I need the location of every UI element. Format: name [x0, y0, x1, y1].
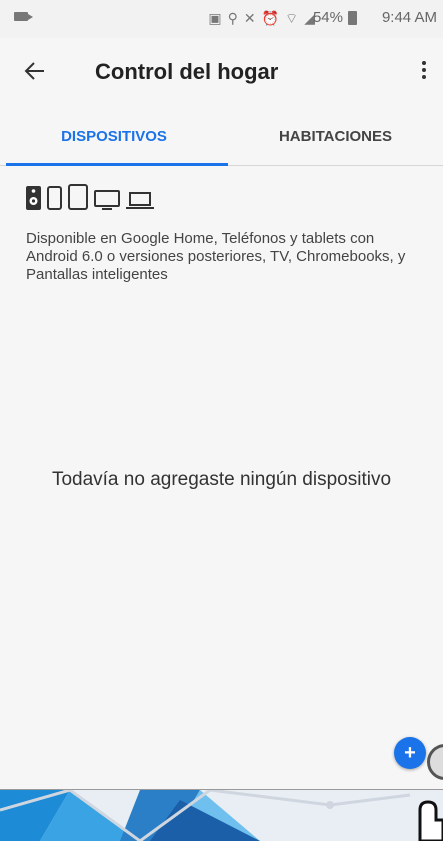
battery-icon — [348, 11, 357, 25]
back-arrow-icon[interactable] — [22, 56, 52, 86]
phone-screen: ▣ ⚲ ✕ ⏰ ⌔ ◢ 54% 9:44 AM Control del hoga… — [0, 0, 443, 790]
phone-icon — [47, 186, 62, 210]
alarm-icon: ⏰ — [261, 10, 280, 26]
tv-icon — [94, 190, 120, 210]
active-tab-indicator — [6, 163, 228, 166]
video-call-icon — [14, 12, 33, 21]
wifi-icon: ⌔ — [285, 10, 299, 26]
empty-state-message: Todavía no agregaste ningún dispositivo — [51, 469, 392, 490]
status-bar: ▣ ⚲ ✕ ⏰ ⌔ ◢ 54% 9:44 AM — [0, 0, 443, 38]
tablet-icon — [68, 184, 88, 210]
availability-text: Disponible en Google Home, Teléfonos y t… — [26, 230, 406, 283]
location-icon: ⚲ — [227, 10, 238, 26]
app-bar: Control del hogar — [0, 38, 443, 108]
tab-dispositivos[interactable]: DISPOSITIVOS — [0, 108, 228, 165]
tab-bar: DISPOSITIVOS HABITACIONES — [0, 108, 443, 166]
tab-habitaciones[interactable]: HABITACIONES — [228, 108, 443, 165]
touch-indicator — [427, 744, 443, 780]
page-title: Control del hogar — [95, 59, 279, 84]
laptop-icon — [126, 192, 154, 209]
battery-percent: 54% — [312, 9, 343, 26]
clock: 9:44 AM — [381, 9, 437, 26]
cast-icon: ▣ — [208, 10, 222, 26]
speaker-icon — [26, 186, 41, 210]
mute-icon: ✕ — [243, 10, 256, 26]
decorative-background-art — [0, 790, 443, 841]
add-device-button[interactable]: + — [394, 737, 426, 769]
device-types-row — [26, 184, 154, 210]
status-icons: ▣ ⚲ ✕ ⏰ ⌔ ◢ — [208, 10, 315, 28]
more-options-icon[interactable] — [419, 58, 429, 86]
